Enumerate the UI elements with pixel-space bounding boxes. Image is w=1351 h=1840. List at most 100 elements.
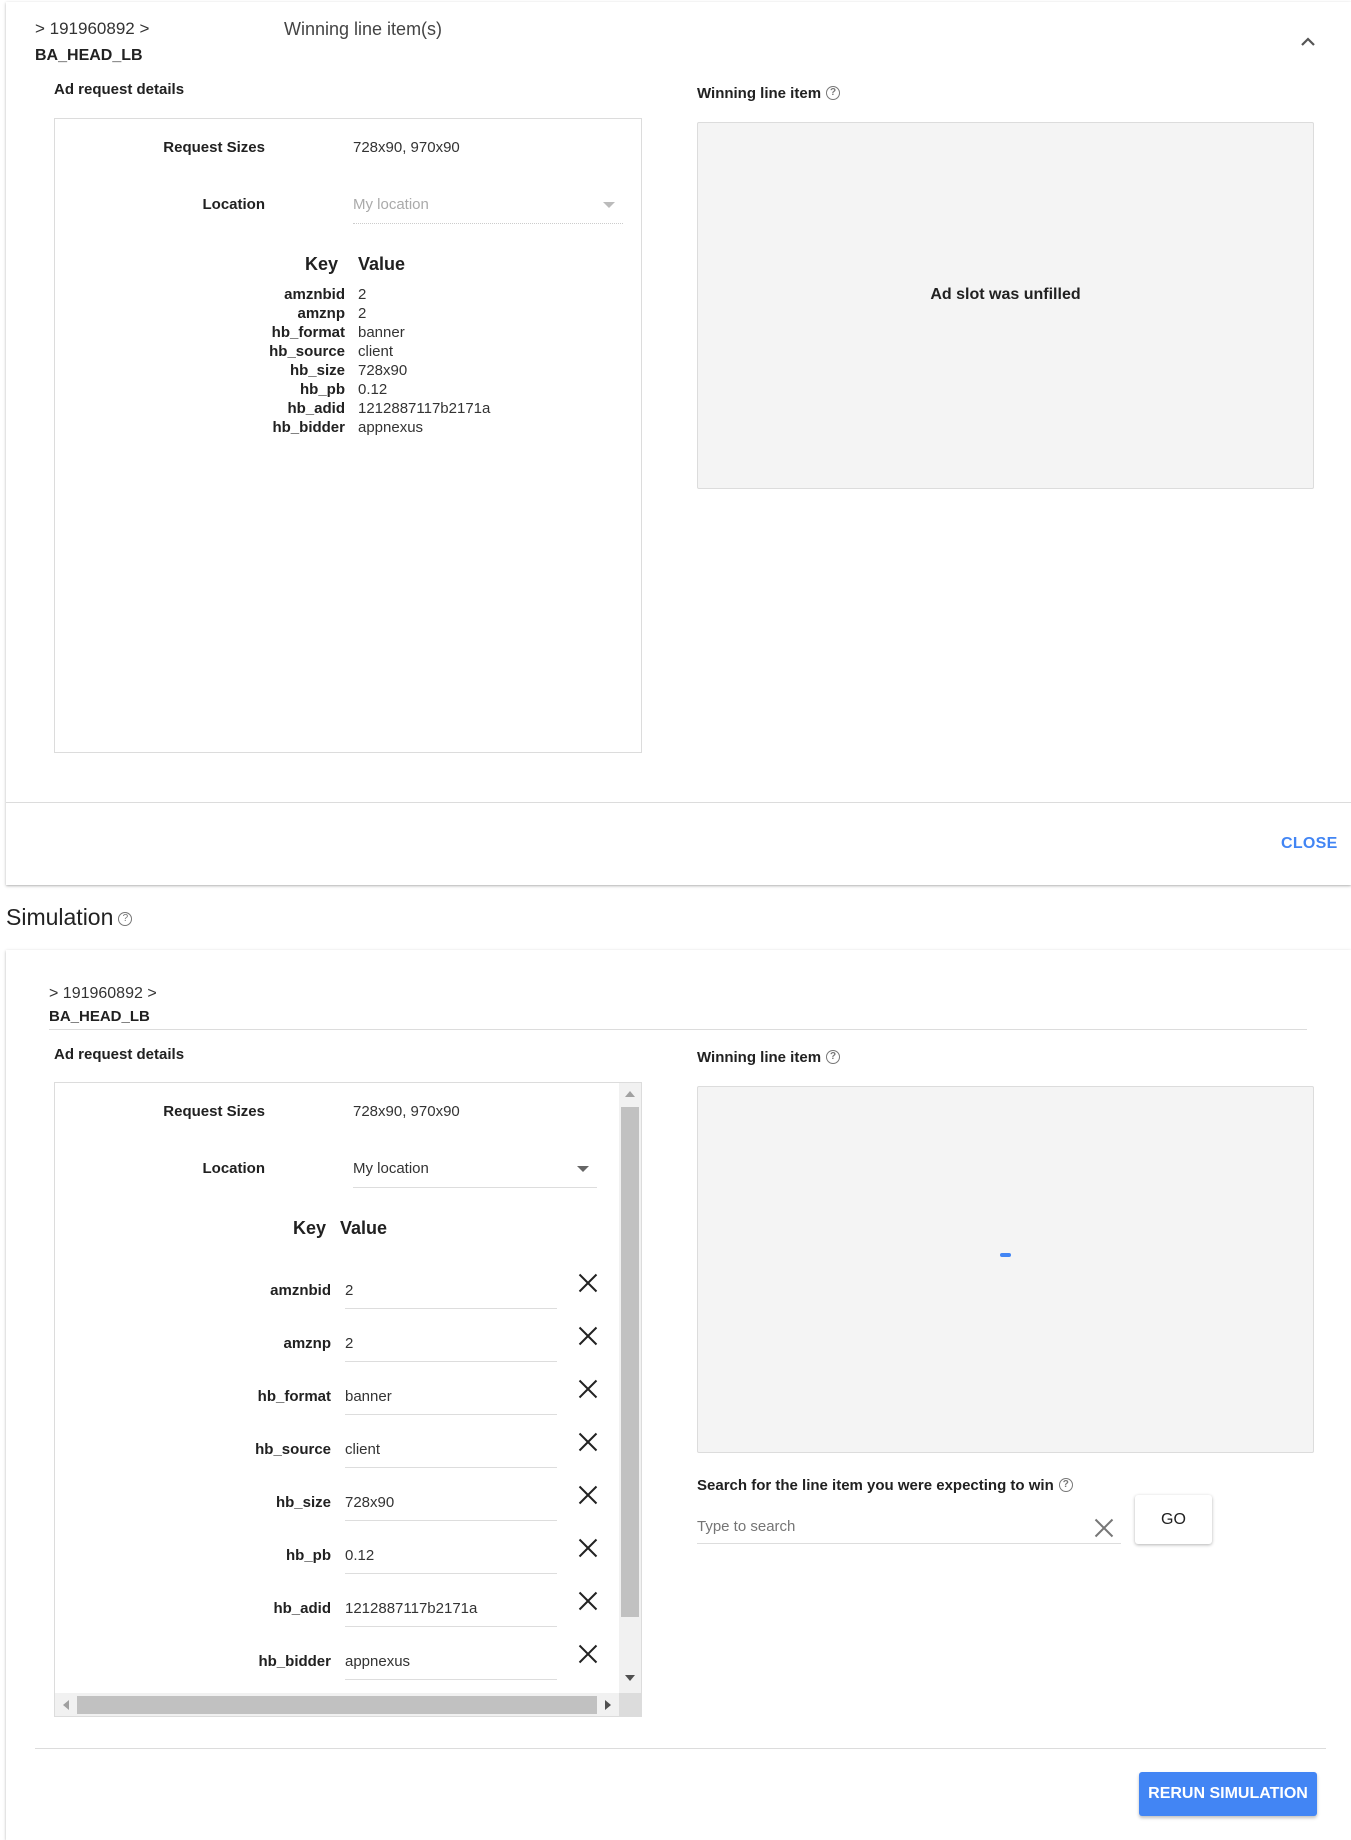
targeting-value: appnexus	[358, 419, 424, 436]
targeting-value-input[interactable]: 728x90	[345, 1483, 557, 1521]
targeting-editor-row: hb_format banner	[55, 1377, 615, 1417]
remove-targeting-icon[interactable]	[578, 1273, 598, 1293]
remove-targeting-icon[interactable]	[578, 1644, 598, 1664]
search-expected-label: Search for the line item you were expect…	[697, 1477, 1054, 1494]
targeting-value-input[interactable]: banner	[345, 1377, 557, 1415]
request-sizes-value: 728x90, 970x90	[353, 139, 460, 156]
targeting-key: hb_size	[289, 362, 345, 379]
targeting-value: banner	[358, 324, 405, 341]
targeting-key: hb_adid	[273, 1600, 331, 1617]
breadcrumb[interactable]: > 191960892 >	[35, 19, 149, 39]
request-sizes-label: Request Sizes	[163, 139, 265, 156]
ad-request-panel: Request Sizes 728x90, 970x90 Location My…	[54, 118, 642, 753]
help-circle-icon[interactable]: ?	[826, 86, 841, 100]
targeting-value-input[interactable]: 2	[345, 1324, 557, 1362]
targeting-key: hb_size	[275, 1494, 331, 1511]
winning-line-item-label: Winning line item	[697, 1049, 822, 1066]
remove-targeting-icon[interactable]	[578, 1485, 598, 1505]
targeting-editor-row: hb_size 728x90	[55, 1483, 615, 1523]
search-input[interactable]	[697, 1512, 1077, 1540]
winning-line-item-title: Winning line item?	[697, 1049, 841, 1066]
ad-unit-name: BA_HEAD_LB	[49, 1008, 150, 1025]
targeting-key: amznbid	[270, 1282, 331, 1299]
targeting-value-input[interactable]: appnexus	[345, 1642, 557, 1680]
remove-targeting-icon[interactable]	[578, 1591, 598, 1611]
targeting-row: amznbid 2	[55, 285, 635, 304]
targeting-key: hb_bidder	[272, 419, 345, 436]
targeting-editor-row: amznbid 2	[55, 1271, 615, 1311]
horizontal-scrollbar-thumb[interactable]	[77, 1696, 597, 1714]
targeting-value: 1212887117b2171a	[358, 400, 491, 417]
targeting-key: amznp	[297, 305, 345, 322]
targeting-key: hb_format	[257, 1388, 331, 1405]
targeting-editor-row: hb_bidder appnexus	[55, 1642, 615, 1682]
horizontal-scrollbar[interactable]	[55, 1693, 619, 1716]
scroll-down-arrow-icon[interactable]	[625, 1675, 635, 1681]
dropdown-caret-icon	[577, 1166, 589, 1172]
key-header: Key	[305, 254, 339, 274]
targeting-editor-row: hb_adid 1212887117b2171a	[55, 1589, 615, 1629]
value-header: Value	[340, 1218, 388, 1238]
location-select[interactable]: My location	[353, 1160, 597, 1188]
targeting-value: 0.12	[358, 381, 388, 398]
remove-targeting-icon[interactable]	[578, 1432, 598, 1452]
targeting-row: hb_size 728x90	[55, 361, 635, 380]
remove-targeting-icon[interactable]	[578, 1379, 598, 1399]
location-label: Location	[202, 196, 266, 213]
targeting-editor-row: hb_pb 0.12	[55, 1536, 615, 1576]
vertical-scrollbar[interactable]	[619, 1083, 641, 1693]
chevron-up-icon[interactable]	[1301, 34, 1315, 48]
unfilled-message: Ad slot was unfilled	[930, 286, 1081, 303]
request-sizes-value: 728x90, 970x90	[353, 1103, 460, 1120]
targeting-key: hb_bidder	[258, 1653, 331, 1670]
result-card: > 191960892 > BA_HEAD_LB Winning line it…	[6, 2, 1351, 885]
vertical-scrollbar-thumb[interactable]	[621, 1107, 639, 1617]
targeting-value: 2	[358, 286, 367, 303]
dropdown-caret-icon	[603, 202, 615, 208]
winning-line-item-panel: Ad slot was unfilled	[697, 122, 1314, 489]
targeting-value-input[interactable]: 1212887117b2171a	[345, 1589, 557, 1627]
ad-request-details-title: Ad request details	[54, 1046, 185, 1063]
help-circle-icon[interactable]: ?	[826, 1050, 841, 1064]
location-label: Location	[202, 1160, 266, 1177]
help-circle-icon[interactable]: ?	[118, 912, 133, 926]
scroll-up-arrow-icon[interactable]	[625, 1091, 635, 1097]
remove-targeting-icon[interactable]	[578, 1326, 598, 1346]
targeting-value-input[interactable]: 2	[345, 1271, 557, 1309]
close-button[interactable]: CLOSE	[1281, 835, 1338, 853]
targeting-editor-row: hb_source client	[55, 1430, 615, 1470]
targeting-key: hb_source	[269, 343, 345, 360]
rerun-simulation-button[interactable]: RERUN SIMULATION	[1139, 1772, 1317, 1816]
breadcrumb[interactable]: > 191960892 >	[49, 985, 157, 1003]
clear-search-icon[interactable]	[1094, 1518, 1112, 1536]
targeting-key: hb_format	[271, 324, 345, 341]
go-button[interactable]: GO	[1135, 1495, 1212, 1544]
targeting-editor-row: amznp 2	[55, 1324, 615, 1364]
card-footer-divider	[6, 802, 1351, 803]
simulation-card: > 191960892 > BA_HEAD_LB Ad request deta…	[6, 950, 1351, 1840]
search-field[interactable]	[697, 1512, 1121, 1544]
value-header: Value	[358, 254, 406, 274]
ad-request-panel: Request Sizes 728x90, 970x90 Location My…	[54, 1082, 642, 1717]
targeting-key: hb_pb	[300, 381, 345, 398]
ad-request-details-title: Ad request details	[54, 81, 185, 98]
simulation-title-text: Simulation	[6, 904, 114, 930]
scroll-left-arrow-icon[interactable]	[63, 1700, 69, 1710]
targeting-row: hb_pb 0.12	[55, 380, 635, 399]
targeting-key: hb_pb	[286, 1547, 331, 1564]
targeting-key: hb_adid	[287, 400, 345, 417]
targeting-value-input[interactable]: client	[345, 1430, 557, 1468]
scroll-right-arrow-icon[interactable]	[605, 1700, 611, 1710]
targeting-value-input[interactable]: 0.12	[345, 1536, 557, 1574]
ad-unit-name: BA_HEAD_LB	[35, 47, 143, 64]
winning-line-item-label: Winning line item	[697, 85, 822, 102]
request-sizes-label: Request Sizes	[163, 1103, 265, 1120]
footer-divider	[35, 1748, 1326, 1749]
help-circle-icon[interactable]: ?	[1058, 1478, 1073, 1492]
remove-targeting-icon[interactable]	[578, 1538, 598, 1558]
location-value: My location	[353, 1160, 429, 1177]
targeting-row: amznp 2	[55, 304, 635, 323]
location-value: My location	[353, 196, 429, 213]
simulation-title: Simulation?	[6, 904, 133, 931]
winning-line-item-panel	[697, 1086, 1314, 1453]
